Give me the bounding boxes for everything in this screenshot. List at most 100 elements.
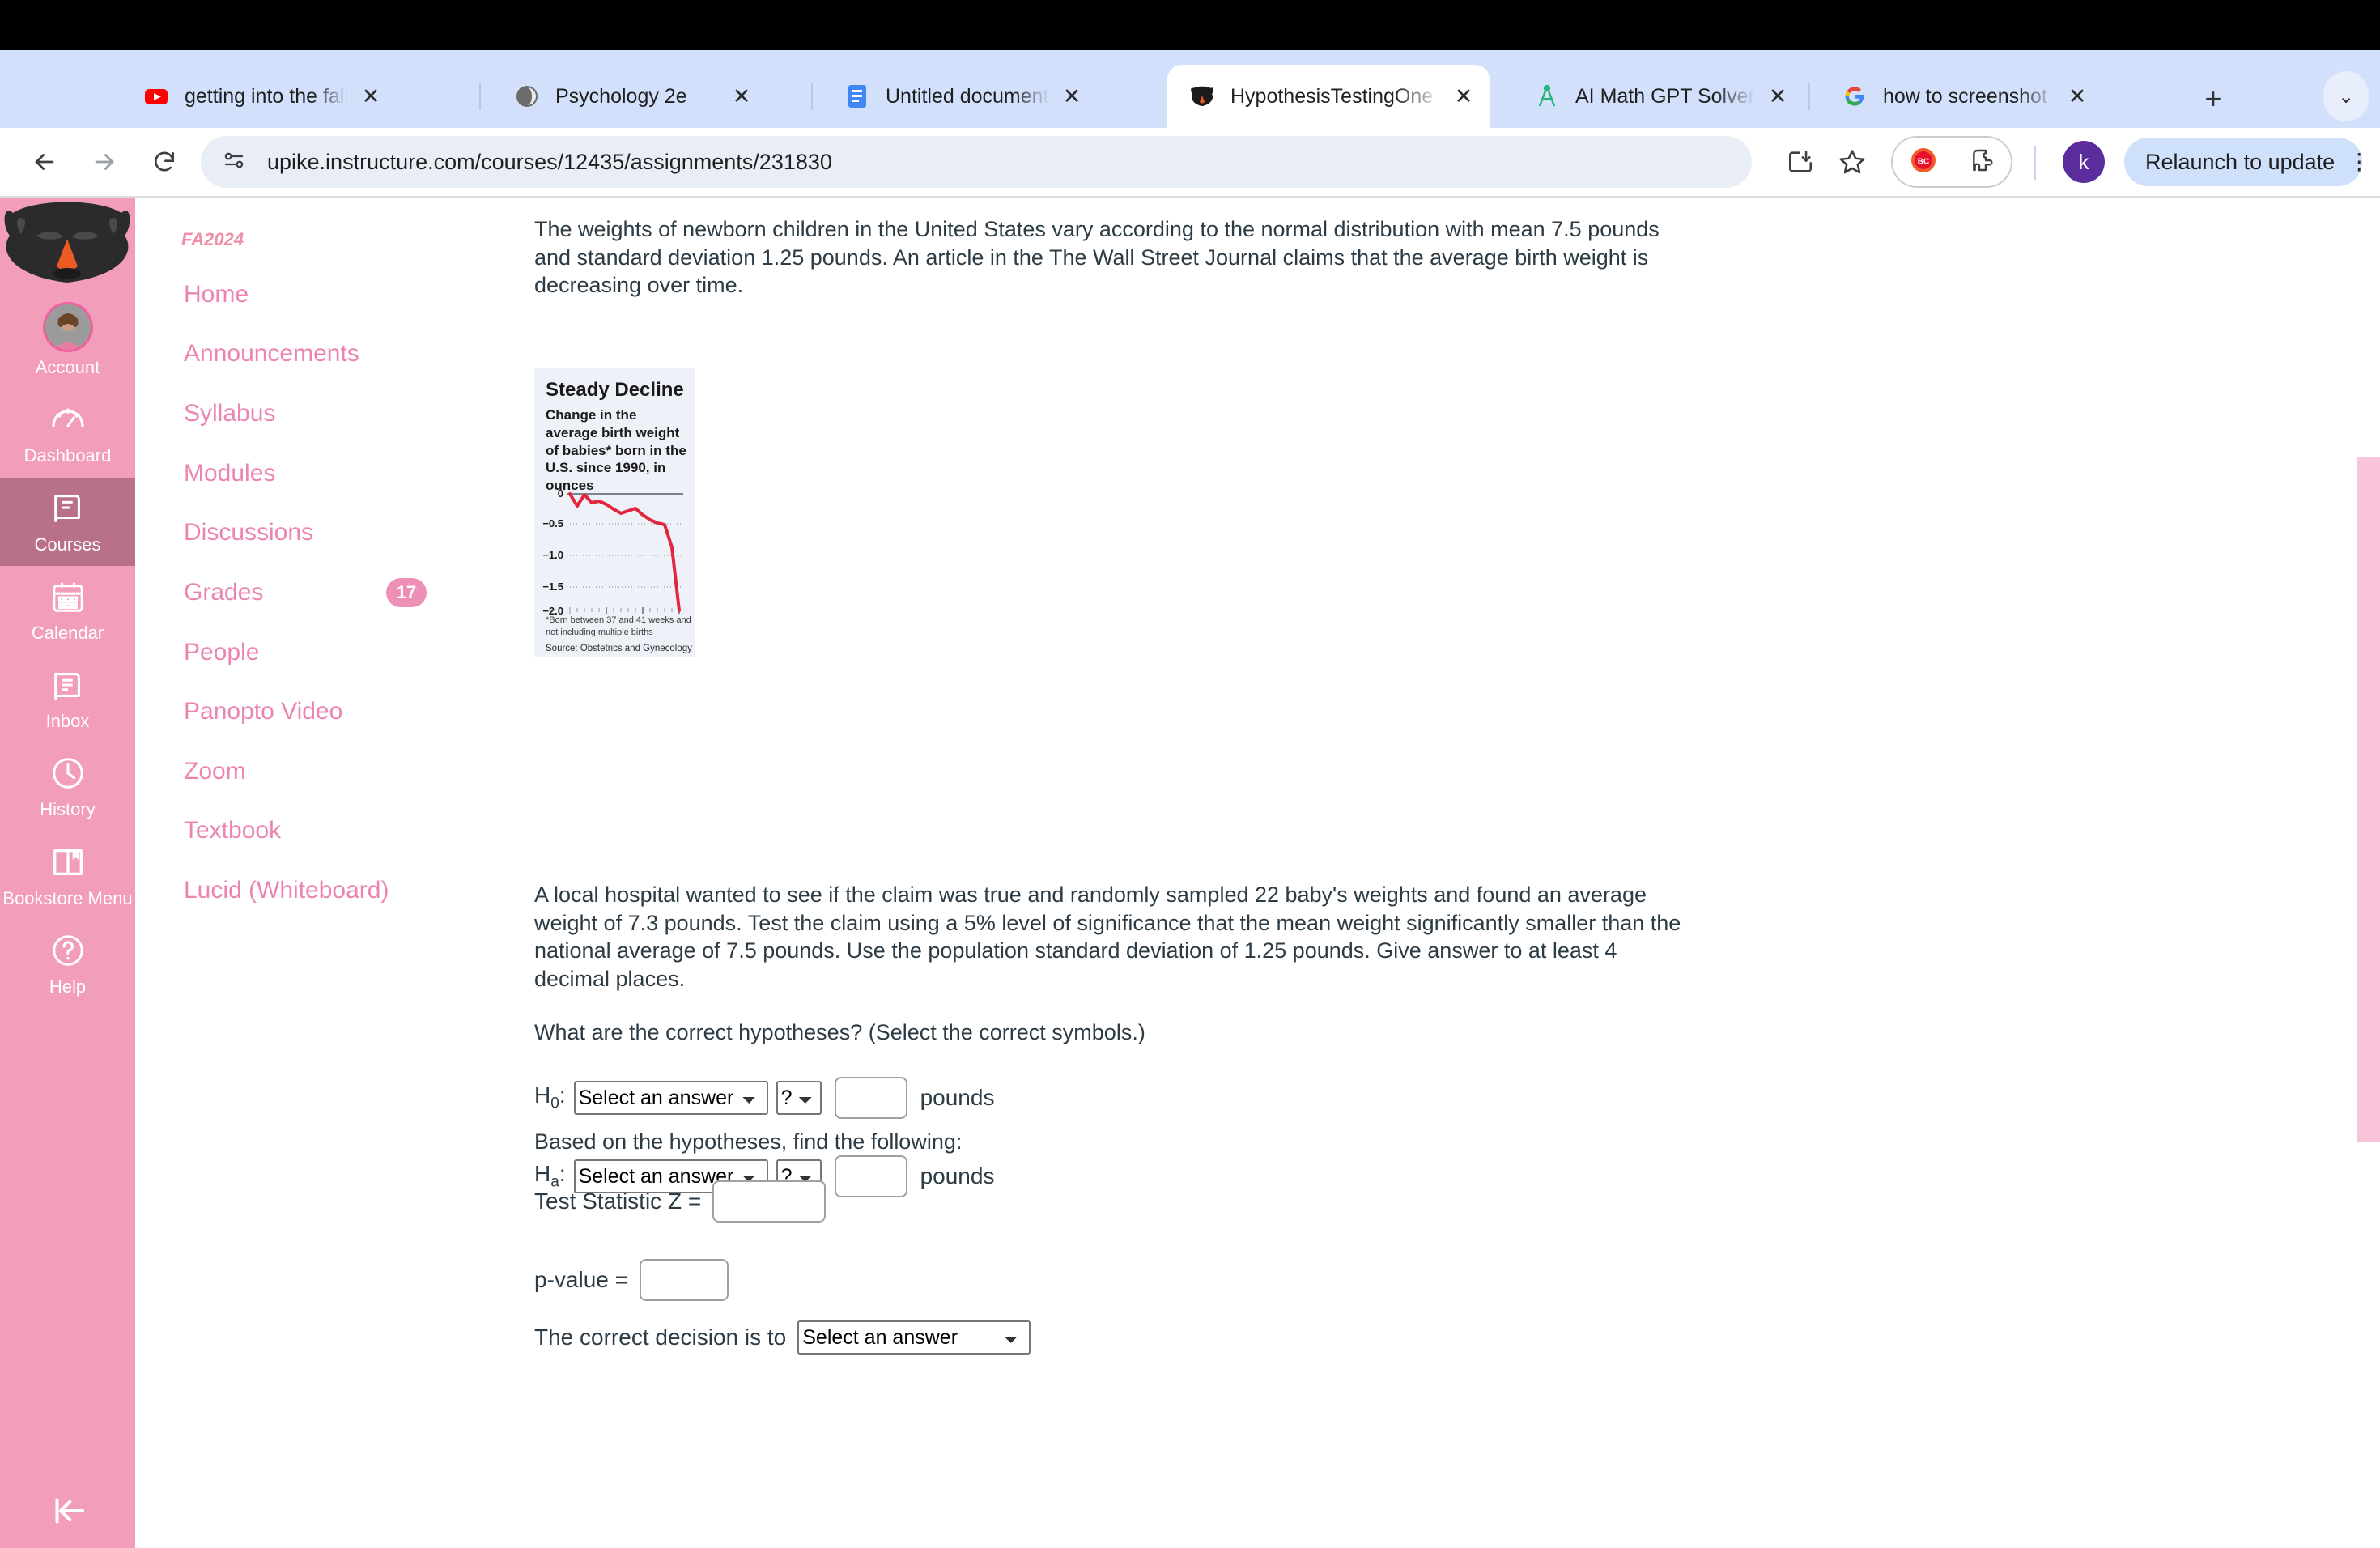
close-icon[interactable]: ✕ — [2059, 79, 2095, 114]
svg-text:−1.0: −1.0 — [542, 549, 563, 561]
compass-icon — [1533, 83, 1561, 110]
steady-decline-chart: Steady Decline Change in the average bir… — [534, 368, 695, 657]
tab-search-button[interactable]: ⌄ — [2323, 71, 2369, 121]
decision-row: The correct decision is to Select an ans… — [534, 1320, 1031, 1354]
decision-select[interactable]: Select an answer — [797, 1320, 1031, 1354]
h0-symbol-select[interactable]: ? — [776, 1081, 822, 1115]
course-nav-item-grades[interactable]: Grades 17 — [135, 576, 483, 610]
course-nav-item-modules[interactable]: Modules — [135, 457, 483, 491]
sidebar-item-bookstore-menu[interactable]: Bookstore Menu — [0, 831, 135, 920]
ha-value-input[interactable] — [834, 1155, 907, 1197]
openstax-icon — [513, 83, 541, 110]
bc-extension-icon[interactable]: BC — [1909, 146, 1938, 179]
svg-text:BC: BC — [1917, 157, 1928, 166]
p-value-input[interactable] — [639, 1259, 729, 1301]
tab-title: getting into the fall spirit!! — [185, 84, 348, 108]
course-nav-item-lucid-whiteboard[interactable]: Lucid (Whiteboard) — [135, 874, 483, 908]
course-nav-label: Grades — [184, 579, 264, 606]
tab-divider — [1808, 83, 1810, 110]
tab-title: Psychology 2e — [555, 84, 687, 108]
browser-tab-5[interactable]: how to screenshot on ma ✕ — [1820, 65, 2103, 128]
tab-title: AI Math GPT Solver Powe — [1575, 84, 1755, 108]
upike-bear-logo[interactable] — [0, 198, 135, 286]
course-nav-label: Textbook — [184, 817, 282, 844]
decision-label: The correct decision is to — [534, 1325, 787, 1350]
browser-tabstrip: getting into the fall spirit!! ✕ Psychol… — [0, 50, 2380, 128]
chevron-down-icon: ⌄ — [2337, 85, 2355, 108]
browser-tab-1[interactable]: Psychology 2e ✕ — [492, 65, 767, 128]
course-nav-item-people[interactable]: People — [135, 636, 483, 670]
close-icon[interactable]: ✕ — [724, 79, 759, 114]
sidebar-item-help[interactable]: Help — [0, 920, 135, 1008]
forward-button[interactable] — [78, 135, 131, 189]
course-nav-label: Home — [184, 281, 249, 308]
svg-text:−1.5: −1.5 — [542, 580, 563, 593]
course-nav-label: Announcements — [184, 340, 359, 367]
bookmark-star-icon[interactable] — [1830, 139, 1875, 185]
sidebar-item-courses[interactable]: Courses — [0, 477, 135, 566]
user-avatar-icon — [42, 302, 93, 352]
sidebar-item-label: Bookstore Menu — [2, 887, 133, 908]
new-tab-button[interactable]: + — [2195, 81, 2231, 117]
course-nav-item-zoom[interactable]: Zoom — [135, 755, 483, 789]
sidebar-item-label: Dashboard — [23, 445, 112, 466]
chart-plot: 0 −0.5 −1.0 −1.5 −2.0 — [542, 487, 683, 615]
canvas-global-nav: Account Dashboard Courses Calendar Inbox… — [0, 198, 135, 1548]
browser-tab-3-active[interactable]: HypothesisTestingOne Sa ✕ — [1167, 65, 1490, 128]
browser-menu-icon[interactable]: ⋮ — [2348, 151, 2370, 172]
profile-avatar[interactable]: k — [2063, 141, 2105, 183]
reload-button[interactable] — [138, 135, 191, 189]
browser-tab-0[interactable]: getting into the fall spirit!! ✕ — [121, 65, 397, 128]
address-bar[interactable]: upike.instructure.com/courses/12435/assi… — [201, 136, 1752, 188]
chart-footnote: *Born between 37 and 41 weeks and not in… — [546, 615, 691, 637]
sidebar-item-inbox[interactable]: Inbox — [0, 654, 135, 742]
back-button[interactable] — [18, 135, 71, 189]
dashboard-gauge-icon — [47, 398, 89, 440]
sidebar-item-history[interactable]: History — [0, 742, 135, 831]
course-nav-label: Discussions — [184, 519, 314, 546]
window-titlebar — [0, 0, 2380, 50]
sidebar-item-label: Help — [49, 976, 87, 997]
tab-divider — [479, 83, 481, 110]
svg-text:−0.5: −0.5 — [542, 517, 563, 529]
course-term-label: FA2024 — [181, 229, 244, 249]
close-icon[interactable]: ✕ — [353, 79, 389, 114]
course-nav-item-panopto-video[interactable]: Panopto Video — [135, 695, 483, 729]
close-icon[interactable]: ✕ — [1760, 79, 1796, 114]
close-icon[interactable]: ✕ — [1446, 79, 1481, 114]
course-nav-label: Panopto Video — [184, 698, 343, 725]
h0-row: H0: Select an answer ? pounds — [534, 1077, 994, 1119]
browser-tab-4[interactable]: AI Math GPT Solver Powe ✕ — [1512, 65, 1804, 128]
sidebar-item-label: History — [40, 799, 96, 820]
clock-icon — [47, 752, 89, 794]
course-nav-item-discussions[interactable]: Discussions — [135, 516, 483, 550]
grades-badge: 17 — [386, 578, 427, 607]
site-settings-icon[interactable] — [222, 148, 249, 176]
courses-book-icon — [47, 487, 89, 529]
course-nav-item-home[interactable]: Home — [135, 278, 483, 312]
question-circle-icon — [47, 929, 89, 972]
youtube-icon — [142, 83, 170, 110]
course-nav-item-announcements[interactable]: Announcements — [135, 337, 483, 371]
relaunch-to-update-button[interactable]: Relaunch to update ⋮ — [2124, 138, 2370, 186]
install-app-icon[interactable] — [1778, 139, 1823, 185]
h0-value-input[interactable] — [834, 1077, 907, 1119]
page-scrollbar-track[interactable] — [2357, 198, 2380, 1548]
assignment-content: The weights of newborn children in the U… — [483, 198, 2380, 1548]
course-nav-label: Lucid (Whiteboard) — [184, 877, 389, 904]
browser-tab-2[interactable]: Untitled document - Goo ✕ — [822, 65, 1098, 128]
scenario-paragraph: A local hospital wanted to see if the cl… — [534, 882, 1681, 991]
page-scrollbar-thumb[interactable] — [2357, 457, 2380, 1142]
sidebar-item-account[interactable]: Account — [0, 292, 135, 389]
course-nav-item-syllabus[interactable]: Syllabus — [135, 397, 483, 431]
collapse-nav-icon[interactable] — [0, 1474, 135, 1548]
close-icon[interactable]: ✕ — [1054, 79, 1090, 114]
course-nav-item-textbook[interactable]: Textbook — [135, 814, 483, 848]
sidebar-item-calendar[interactable]: Calendar — [0, 566, 135, 654]
sidebar-item-dashboard[interactable]: Dashboard — [0, 389, 135, 477]
test-statistic-input[interactable] — [712, 1180, 827, 1223]
ha-units-label: pounds — [920, 1163, 995, 1189]
extensions-puzzle-icon[interactable] — [1970, 147, 1995, 177]
bookstore-books-icon — [47, 841, 89, 883]
h0-parameter-select[interactable]: Select an answer — [573, 1081, 768, 1115]
